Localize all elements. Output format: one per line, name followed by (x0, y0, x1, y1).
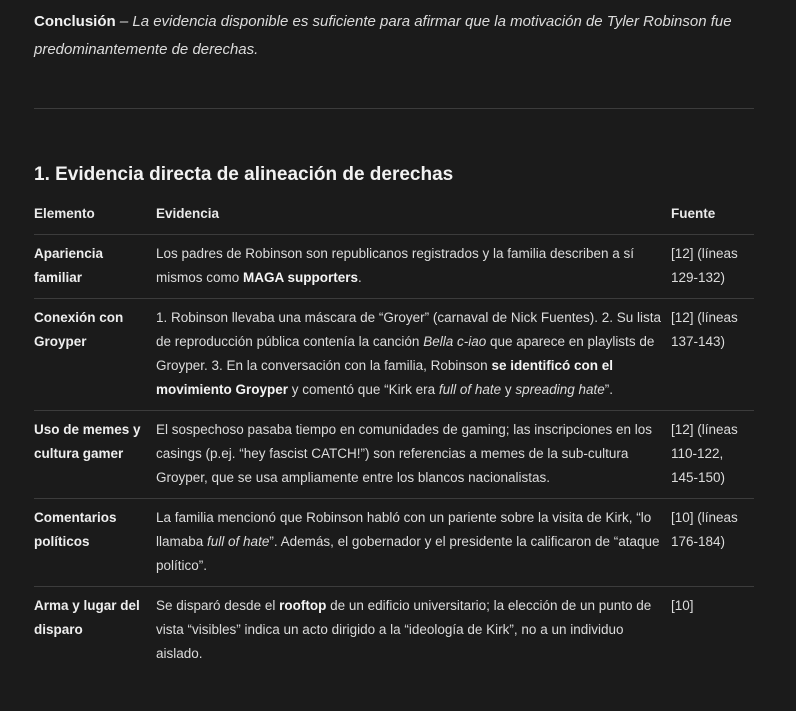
evidence-text: El sospechoso pasaba tiempo en comunidad… (156, 422, 653, 485)
evidence-bold: MAGA supporters (243, 270, 359, 285)
header-evidencia: Evidencia (156, 198, 671, 235)
conclusion-paragraph: Conclusión – La evidencia disponible es … (34, 8, 764, 64)
conclusion-dash: – (115, 13, 133, 30)
row-evidence: La familia mencionó que Robinson habló c… (156, 498, 671, 587)
row-source: [12] (líneas 110-122, 145-150) (671, 410, 754, 499)
row-element: Apariencia familiar (34, 234, 156, 299)
table-row: Comentarios políticos La familia mencion… (34, 498, 754, 587)
header-fuente: Fuente (671, 198, 754, 235)
evidence-text: ”. (604, 382, 613, 397)
table-row: Arma y lugar del disparo Se disparó desd… (34, 587, 754, 675)
row-source: [10] (líneas 176-184) (671, 498, 754, 587)
evidence-text: Los padres de Robinson son republicanos … (156, 246, 635, 285)
row-source: [10] (671, 598, 694, 613)
row-element: Conexión con Groyper (34, 298, 156, 411)
row-element: Uso de memes y cultura gamer (34, 410, 156, 499)
header-elemento: Elemento (34, 198, 156, 235)
evidence-italic: full of hate (438, 382, 502, 397)
conclusion-label: Conclusión (34, 13, 116, 30)
document-page: Conclusión – La evidencia disponible es … (0, 0, 796, 711)
row-evidence: Los padres de Robinson son republicanos … (156, 234, 671, 299)
evidence-table: Elemento Evidencia Fuente Apariencia fam… (34, 198, 754, 674)
conclusion-text: La evidencia disponible es suficiente pa… (34, 13, 732, 58)
evidence-text: y (501, 382, 516, 397)
section-heading: 1. Evidencia directa de alineación de de… (34, 164, 454, 185)
horizontal-divider (34, 108, 754, 109)
evidence-italic: Bella c-iao (423, 334, 487, 349)
evidence-text: Se disparó desde el (156, 598, 280, 613)
evidence-text: y comentó que “Kirk era (288, 382, 439, 397)
table-row: Conexión con Groyper 1. Robinson llevaba… (34, 298, 754, 411)
row-evidence: El sospechoso pasaba tiempo en comunidad… (156, 410, 671, 499)
table-row: Apariencia familiar Los padres de Robins… (34, 234, 754, 299)
evidence-bold: rooftop (279, 598, 327, 613)
row-element: Arma y lugar del disparo (34, 598, 140, 637)
row-evidence: Se disparó desde el rooftop de un edific… (156, 587, 671, 675)
row-element: Comentarios políticos (34, 498, 156, 587)
row-source: [12] (líneas 129-132) (671, 234, 754, 299)
evidence-italic: spreading hate (515, 382, 605, 397)
evidence-text: . (358, 270, 362, 285)
table-header-row: Elemento Evidencia Fuente (34, 198, 754, 235)
row-source: [12] (líneas 137-143) (671, 298, 754, 411)
evidence-italic: full of hate (207, 534, 270, 549)
table-row: Uso de memes y cultura gamer El sospecho… (34, 410, 754, 499)
row-evidence: 1. Robinson llevaba una máscara de “Groy… (156, 298, 671, 411)
